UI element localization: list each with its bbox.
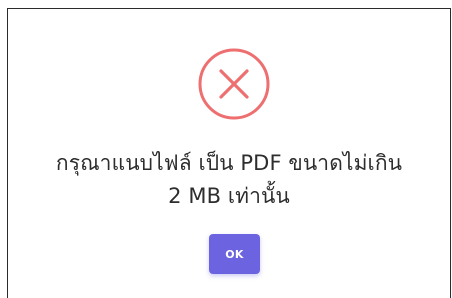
window-frame: กรุณาแนบไฟล์ เป็น PDF ขนาดไม่เกิน 2 MB เ…	[7, 8, 451, 298]
error-message-line-2: 2 MB เท่านั้น	[168, 184, 290, 208]
ok-button[interactable]: OK	[209, 234, 260, 274]
error-message-line-1: กรุณาแนบไฟล์ เป็น PDF ขนาดไม่เกิน	[55, 151, 403, 175]
error-x-circle-icon	[198, 48, 270, 120]
error-dialog: กรุณาแนบไฟล์ เป็น PDF ขนาดไม่เกิน 2 MB เ…	[8, 9, 450, 291]
error-message: กรุณาแนบไฟล์ เป็น PDF ขนาดไม่เกิน 2 MB เ…	[18, 147, 440, 213]
